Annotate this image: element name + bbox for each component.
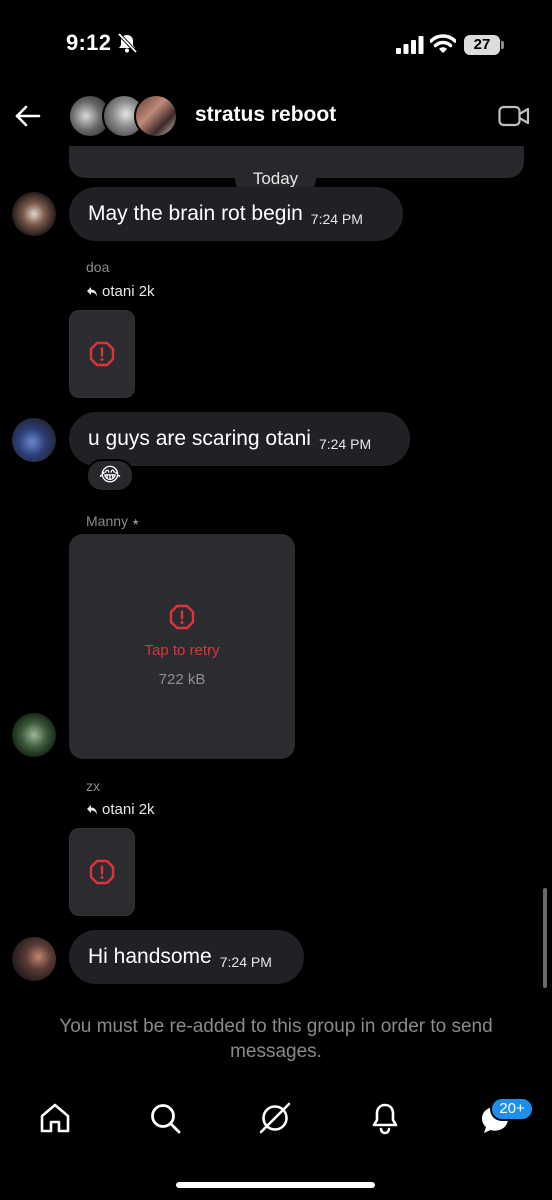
explore-icon[interactable] (258, 1101, 292, 1135)
error-icon (169, 604, 195, 630)
reply-target: otani 2k (102, 801, 155, 818)
file-size: 722 kB (158, 671, 206, 688)
avatar (134, 94, 178, 138)
message-text: May the brain rot begin (88, 202, 303, 225)
video-call-icon[interactable] (498, 104, 530, 128)
error-icon (89, 341, 115, 367)
battery-icon: 27 (464, 35, 504, 55)
back-arrow-icon[interactable] (14, 102, 42, 130)
message-text: Hi handsome (88, 945, 212, 968)
notifications-bell-icon[interactable] (368, 1101, 402, 1135)
message-bubble[interactable]: Hi handsome 7:24 PM (69, 930, 304, 984)
tap-to-retry[interactable]: Tap to retry (69, 642, 295, 659)
home-icon[interactable] (38, 1101, 72, 1135)
message-bubble[interactable]: May the brain rot begin 7:24 PM (69, 187, 403, 241)
message-time: 7:24 PM (310, 210, 363, 227)
battery-level: 27 (473, 36, 491, 53)
avatar[interactable] (12, 937, 56, 981)
wifi-icon (430, 34, 456, 53)
reply-indicator[interactable]: otani 2k (86, 801, 155, 818)
message-time: 7:24 PM (219, 953, 272, 970)
sender-name: doa (86, 259, 110, 275)
search-icon[interactable] (148, 1101, 182, 1135)
message-time: 7:24 PM (318, 435, 372, 452)
reaction-badge[interactable]: 😂 (86, 459, 134, 492)
failed-media[interactable] (69, 310, 135, 398)
message-text: u guys are scaring otani (88, 427, 311, 450)
unread-badge: 20+ (490, 1097, 534, 1121)
avatar[interactable] (12, 192, 56, 236)
cellular-signal-icon (396, 36, 424, 54)
failed-media[interactable] (69, 828, 135, 916)
avatar[interactable] (12, 713, 56, 757)
status-time: 9:12 (66, 30, 112, 55)
removed-notice: You must be re-added to this group in or… (59, 1016, 493, 1062)
reply-arrow-icon (87, 286, 97, 297)
reaction-emoji: 😂 (98, 465, 122, 486)
sender-name: zx (86, 778, 100, 794)
sender-name: Manny ⭑ (86, 513, 140, 529)
scrollbar[interactable] (543, 888, 547, 988)
reply-indicator[interactable]: otani 2k (86, 283, 155, 300)
message-bubble[interactable]: u guys are scaring otani 7:24 PM (69, 412, 410, 466)
group-title[interactable]: stratus reboot (195, 103, 336, 127)
reply-target: otani 2k (102, 283, 155, 300)
avatar[interactable] (12, 418, 56, 462)
home-indicator[interactable] (176, 1182, 375, 1188)
group-avatars[interactable] (68, 94, 184, 138)
reply-arrow-icon (87, 804, 97, 815)
error-icon (89, 859, 115, 885)
bell-slash-icon (117, 33, 138, 53)
